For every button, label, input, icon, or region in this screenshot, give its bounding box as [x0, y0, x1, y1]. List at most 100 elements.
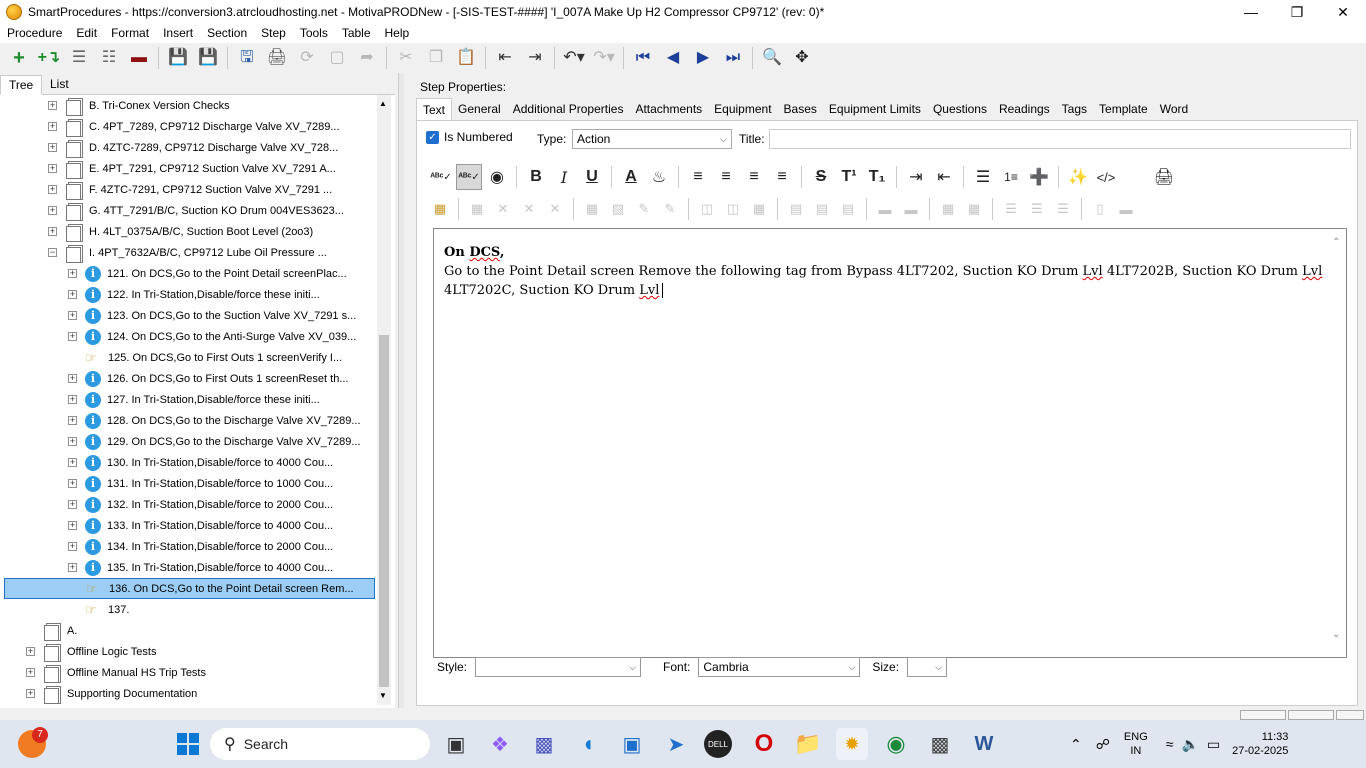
align-center-icon[interactable]: ≡	[713, 164, 739, 190]
collapse-icon[interactable]: −	[48, 248, 57, 257]
tab-bases[interactable]: Bases	[778, 98, 823, 120]
menu-help[interactable]: Help	[378, 24, 417, 43]
expand-icon[interactable]: +	[68, 437, 77, 446]
volume-icon[interactable]: 🔈	[1181, 736, 1198, 753]
merge-cells-icon[interactable]: ▦	[748, 198, 770, 220]
tab-equipment[interactable]: Equipment	[708, 98, 777, 120]
maximize-button[interactable]: ❐	[1274, 0, 1320, 24]
tree-node[interactable]: ☞ 125. On DCS,Go to First Outs 1 screenVe…	[85, 347, 342, 368]
tab-template[interactable]: Template	[1093, 98, 1154, 120]
move-icon[interactable]: ✥	[790, 46, 814, 70]
align-top-icon[interactable]: ☰	[1000, 198, 1022, 220]
table-edit-icon[interactable]: ✎	[633, 198, 655, 220]
tree-node[interactable]: G. 4TT_7291/B/C, Suction KO Drum 004VES3…	[65, 200, 344, 221]
tree-node[interactable]: C. 4PT_7289, CP9712 Discharge Valve XV_7…	[65, 116, 340, 137]
split-cells-icon[interactable]: ▤	[837, 198, 859, 220]
save-all-icon[interactable]: 💾	[166, 46, 190, 70]
decrease-indent-icon[interactable]: ⇤	[931, 164, 957, 190]
tab-list[interactable]: List	[42, 75, 77, 95]
size-select[interactable]: ⌵	[907, 657, 948, 677]
menu-format[interactable]: Format	[104, 24, 156, 43]
preview-icon[interactable]: ▢	[325, 46, 349, 70]
wifi-icon[interactable]: ≈	[1166, 736, 1174, 752]
previous-icon[interactable]: ◀	[661, 46, 685, 70]
fill-color-icon[interactable]: ♨	[646, 164, 672, 190]
redo-all-icon[interactable]: ➦	[355, 46, 379, 70]
edge-icon[interactable]: ◖	[572, 728, 604, 760]
highlight-icon[interactable]: ◉	[484, 164, 510, 190]
menu-section[interactable]: Section	[200, 24, 254, 43]
remove-icon[interactable]: ▬	[127, 46, 151, 70]
tree-node[interactable]: i 131. In Tri-Station,Disable/force to 10…	[85, 473, 333, 494]
find-icon[interactable]: 🔍	[760, 46, 784, 70]
tree-node[interactable]: i 124. On DCS,Go to the Anti-Surge Valve …	[85, 326, 356, 347]
tab-tags[interactable]: Tags	[1056, 98, 1093, 120]
smartprocedures-icon[interactable]: ✹	[836, 728, 868, 760]
insert-col-right-icon[interactable]: ◫	[722, 198, 744, 220]
expand-icon[interactable]: +	[26, 647, 35, 656]
show-hidden-icons[interactable]: ⌃	[1070, 736, 1082, 753]
tree-node[interactable]: i 123. On DCS,Go to the Suction Valve XV_…	[85, 305, 356, 326]
row-height-icon[interactable]: ▬	[874, 198, 896, 220]
minimize-button[interactable]: —	[1228, 0, 1274, 24]
tree-node[interactable]: I. 4PT_7632A/B/C, CP9712 Lube Oil Pressu…	[65, 242, 327, 263]
tree-node[interactable]: A.	[43, 620, 77, 641]
expand-icon[interactable]: +	[68, 395, 77, 404]
table-delete-icon[interactable]: ▦	[466, 198, 488, 220]
menu-insert[interactable]: Insert	[156, 24, 200, 43]
undo-icon[interactable]: ↶▾	[562, 46, 586, 70]
store-icon[interactable]: ▣	[616, 728, 648, 760]
expand-icon[interactable]: +	[48, 206, 57, 215]
justify-icon[interactable]: ≡	[769, 164, 795, 190]
menu-tools[interactable]: Tools	[293, 24, 335, 43]
expand-icon[interactable]: +	[26, 668, 35, 677]
refresh-icon[interactable]: ⟳	[295, 46, 319, 70]
tree-node[interactable]: i 127. In Tri-Station,Disable/force these…	[85, 389, 320, 410]
tree-node[interactable]: i 133. In Tri-Station,Disable/force to 40…	[85, 515, 333, 536]
is-numbered-checkbox[interactable]: ✓ Is Numbered	[426, 130, 513, 144]
tree-node[interactable]: Offline Manual HS Trip Tests	[43, 662, 206, 683]
expand-icon[interactable]: +	[68, 290, 77, 299]
expand-icon[interactable]: +	[68, 332, 77, 341]
tree-node[interactable]: i 135. In Tri-Station,Disable/force to 40…	[85, 557, 333, 578]
copilot-icon[interactable]: ❖	[484, 728, 516, 760]
print-icon[interactable]: 🖨	[265, 46, 289, 70]
last-icon[interactable]: ⏭	[721, 46, 745, 70]
align-right-icon[interactable]: ≡	[741, 164, 767, 190]
scroll-up-icon[interactable]: ▲	[379, 99, 387, 108]
outdent-icon[interactable]: ⇤	[493, 46, 517, 70]
increase-indent-icon[interactable]: ⇥	[903, 164, 929, 190]
task-view-icon[interactable]: ▣	[440, 728, 472, 760]
list-icon[interactable]: ☰	[67, 46, 91, 70]
indent-icon[interactable]: ⇥	[523, 46, 547, 70]
scrollbar-thumb[interactable]	[379, 335, 389, 687]
print-text-icon[interactable]: 🖨	[1151, 164, 1177, 190]
tree-node[interactable]: E. 4PT_7291, CP9712 Suction Valve XV_729…	[65, 158, 336, 179]
menu-edit[interactable]: Edit	[69, 24, 104, 43]
subscript-icon[interactable]: T₁	[864, 164, 890, 190]
add-icon[interactable]: +	[7, 46, 31, 70]
cell-border-icon[interactable]: ▯	[1089, 198, 1111, 220]
tree-node[interactable]: i 132. In Tri-Station,Disable/force to 20…	[85, 494, 333, 515]
tab-readings[interactable]: Readings	[993, 98, 1056, 120]
start-icon[interactable]	[172, 728, 204, 760]
tree-node[interactable]: i 134. In Tri-Station,Disable/force to 20…	[85, 536, 333, 557]
table-cell-props-icon[interactable]: ▧	[607, 198, 629, 220]
tab-equipment-limits[interactable]: Equipment Limits	[823, 98, 927, 120]
list-edit-icon[interactable]: ☷	[97, 46, 121, 70]
remote-desktop-icon[interactable]: ➤	[660, 728, 692, 760]
editor-scrollbar[interactable]: ⌃ ⌄	[1332, 237, 1344, 647]
tree-node[interactable]: F. 4ZTC-7291, CP9712 Suction Valve XV_72…	[65, 179, 332, 200]
next-icon[interactable]: ▶	[691, 46, 715, 70]
battery-icon[interactable]: ▭	[1207, 736, 1220, 753]
tree-node[interactable]: i 121. On DCS,Go to the Point Detail scre…	[85, 263, 347, 284]
magic-wand-icon[interactable]: ✨	[1065, 164, 1091, 190]
save-icon[interactable]: 💾	[196, 46, 220, 70]
type-select[interactable]: Action ⌵	[572, 129, 732, 149]
tree-scrollbar[interactable]: ▲ ▼	[377, 95, 391, 705]
table-delete-row-icon[interactable]: ✕	[518, 198, 540, 220]
spellcheck-icon[interactable]: ᴬᴮᶜ✓	[428, 164, 454, 190]
tab-questions[interactable]: Questions	[927, 98, 993, 120]
insert-row-above-icon[interactable]: ▤	[785, 198, 807, 220]
menu-table[interactable]: Table	[335, 24, 378, 43]
